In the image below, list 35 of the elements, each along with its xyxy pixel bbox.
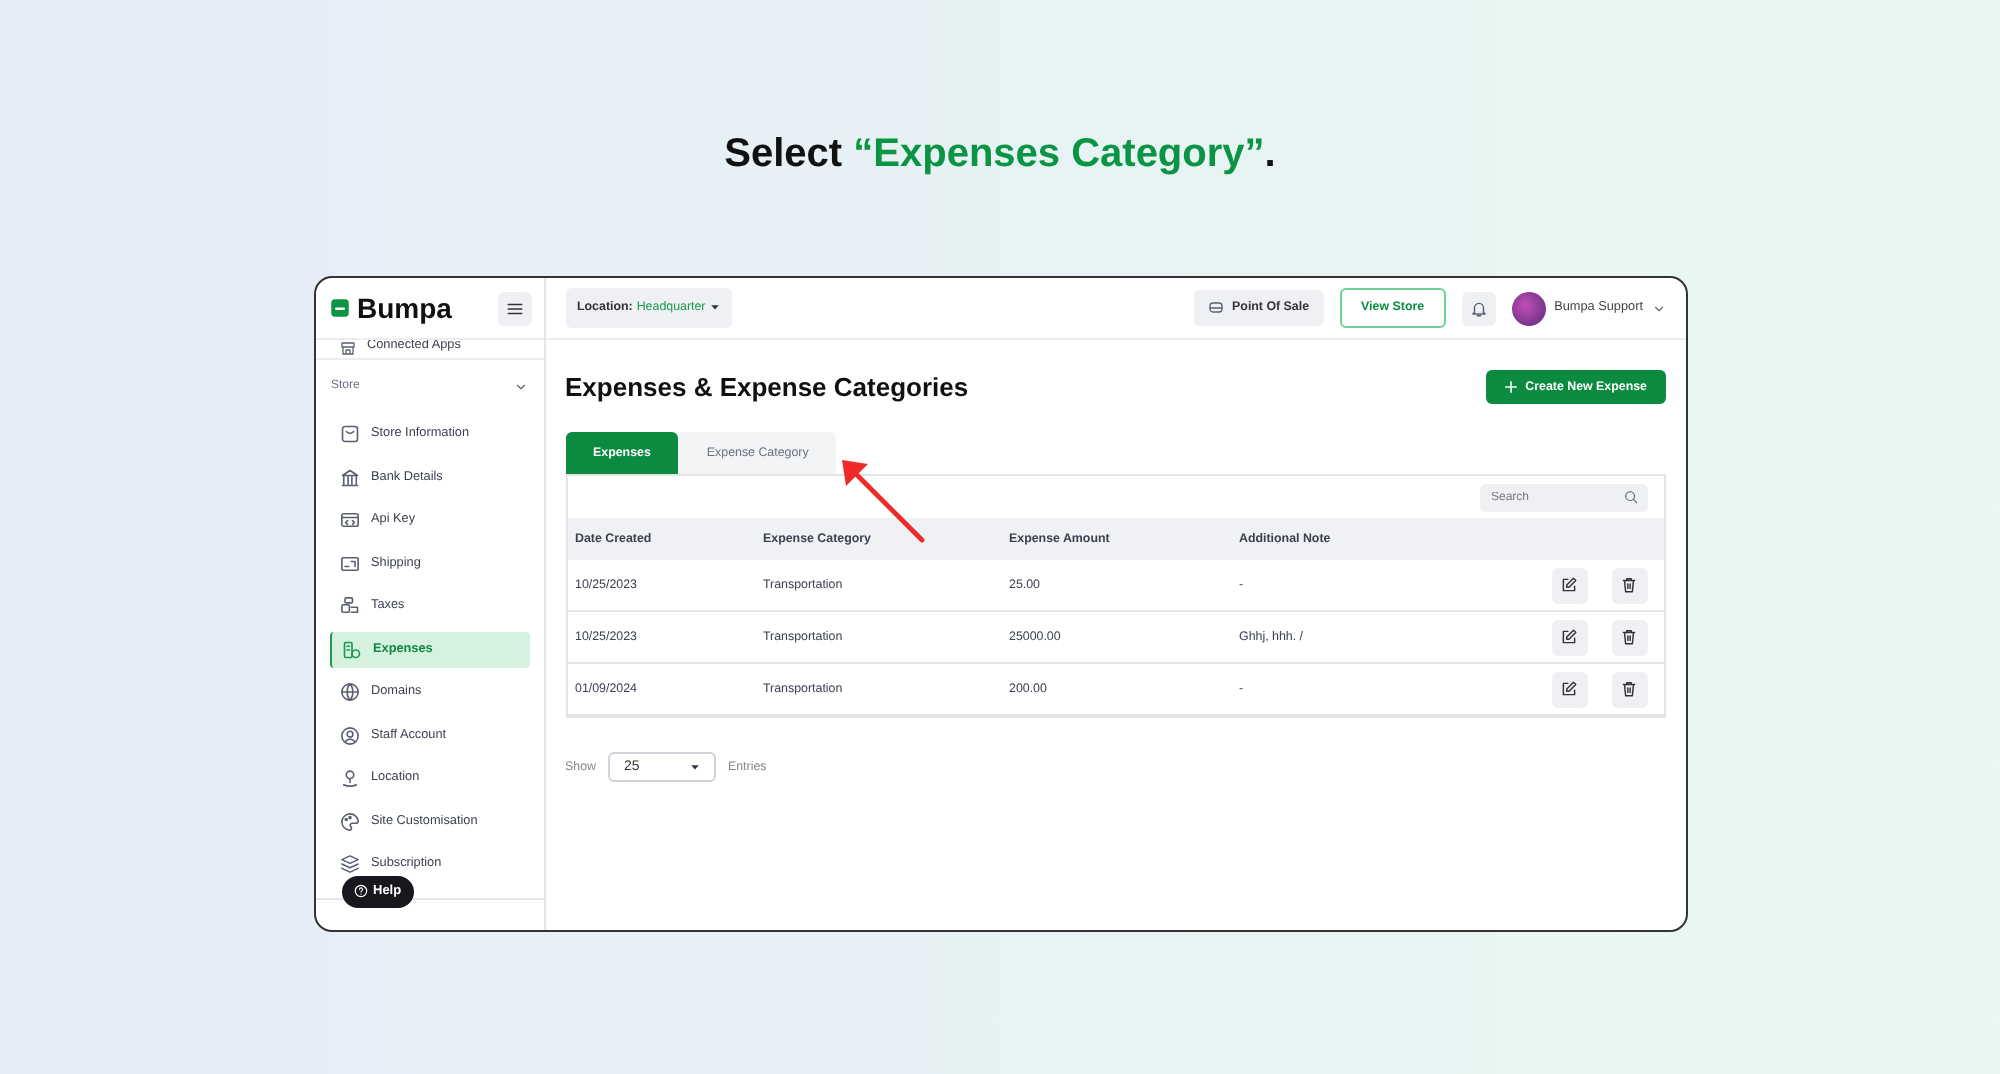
delete-button[interactable] <box>1611 671 1647 708</box>
avatar-icon <box>1512 291 1547 325</box>
caret-icon <box>689 762 700 773</box>
help-icon <box>353 884 367 899</box>
instruction-text: Select “Expenses Category”. <box>724 130 1276 180</box>
trash-icon <box>1620 628 1638 647</box>
palette-icon <box>339 811 359 831</box>
edit-button[interactable] <box>1551 619 1587 656</box>
edit-button[interactable] <box>1551 671 1587 708</box>
edit-icon <box>1560 576 1578 595</box>
map-pin-icon <box>339 768 359 788</box>
brand-name: Bumpa <box>357 289 452 328</box>
page-title: Expenses & Expense Categories <box>565 371 969 403</box>
menu-icon <box>505 299 523 317</box>
bank-icon <box>339 467 359 487</box>
boxes-icon <box>339 596 359 616</box>
menu-button[interactable] <box>497 291 531 325</box>
plus-icon <box>1503 380 1518 395</box>
trash-icon <box>1620 576 1638 595</box>
delete-button[interactable] <box>1611 567 1647 604</box>
edit-icon <box>1560 628 1578 647</box>
edit-icon <box>1560 680 1578 699</box>
logo-icon <box>329 298 349 318</box>
delete-button[interactable] <box>1611 619 1647 656</box>
code-icon <box>339 510 359 530</box>
person-icon <box>339 725 359 745</box>
caret-icon <box>709 302 720 313</box>
layers-icon <box>339 854 359 874</box>
search-icon <box>1623 490 1637 505</box>
edit-button[interactable] <box>1551 567 1587 604</box>
bell-icon <box>1470 299 1489 317</box>
chevron-icon <box>1651 301 1665 315</box>
notification-button[interactable] <box>1462 291 1497 325</box>
globe-icon <box>339 682 359 702</box>
trash-icon <box>1620 680 1638 699</box>
